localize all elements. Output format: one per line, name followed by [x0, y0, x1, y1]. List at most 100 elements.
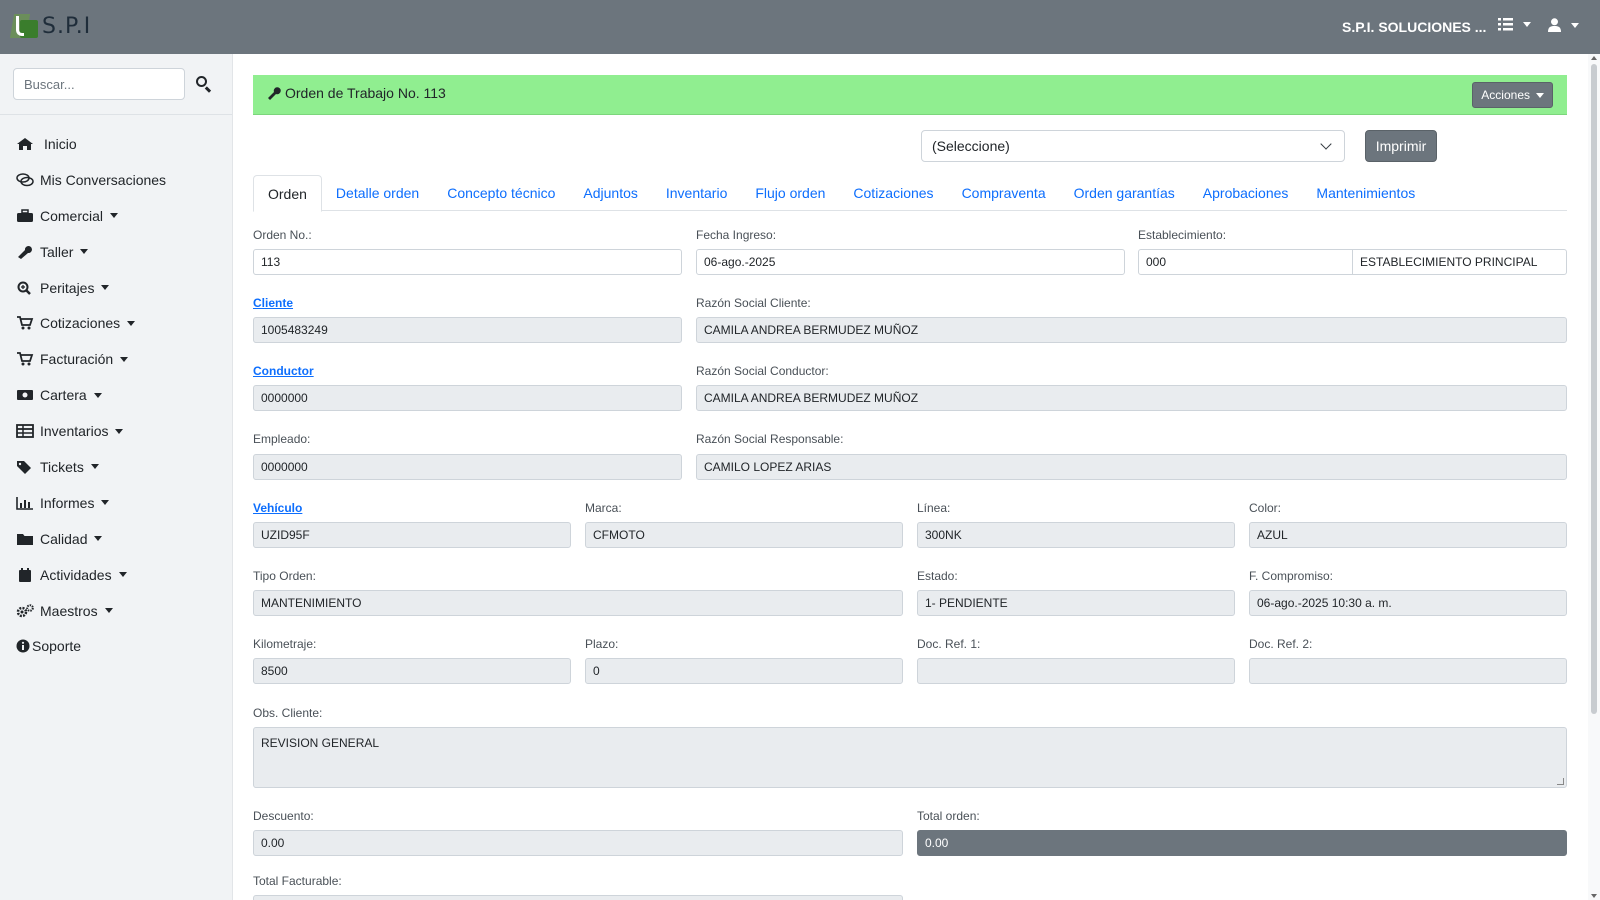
tab-mantenimientos[interactable]: Mantenimientos [1302, 175, 1429, 211]
magnifier-plus-icon [17, 281, 31, 295]
brand-logo[interactable]: S.P.I [9, 12, 91, 40]
linea-field[interactable]: 300NK [917, 522, 1235, 548]
tab-flujo-orden[interactable]: Flujo orden [741, 175, 839, 211]
scrollbar-thumb[interactable] [1591, 64, 1597, 714]
tipo-orden-field[interactable]: MANTENIMIENTO [253, 590, 903, 616]
print-button[interactable]: Imprimir [1365, 130, 1437, 162]
vehiculo-link[interactable]: Vehículo [253, 501, 302, 515]
cliente-link[interactable]: Cliente [253, 296, 293, 310]
chevron-down-icon [110, 213, 119, 219]
kilometraje-field[interactable]: 8500 [253, 658, 571, 684]
sidebar-search [13, 68, 213, 100]
tab-orden[interactable]: Orden [253, 175, 322, 212]
doc-ref1-field[interactable] [917, 658, 1235, 684]
scroll-up-icon[interactable] [1591, 56, 1597, 60]
sidebar-item-inicio[interactable]: Inicio [0, 126, 232, 162]
chevron-down-icon [120, 356, 129, 362]
page-title: Orden de Trabajo No. 113 [267, 85, 446, 101]
tab-adjuntos[interactable]: Adjuntos [569, 175, 651, 211]
sidebar-item-actividades[interactable]: Actividades [0, 557, 232, 593]
print-format-select[interactable]: (Seleccione) [921, 130, 1345, 162]
total-facturable-field[interactable] [253, 895, 903, 900]
total-orden-field[interactable]: 0.00 [917, 830, 1567, 856]
tab-aprobaciones[interactable]: Aprobaciones [1189, 175, 1303, 211]
chevron-down-icon [101, 500, 110, 506]
doc-ref2-field[interactable] [1249, 658, 1567, 684]
establecimiento-name-field[interactable]: ESTABLECIMIENTO PRINCIPAL [1352, 249, 1567, 275]
doc-ref2-label: Doc. Ref. 2: [1249, 637, 1313, 651]
tab-compraventa[interactable]: Compraventa [948, 175, 1060, 211]
sidebar-item-label: Peritajes [40, 279, 95, 296]
empleado-label: Empleado: [253, 432, 311, 446]
search-icon[interactable] [195, 75, 213, 93]
sidebar-item-informes[interactable]: Informes [0, 485, 232, 521]
fecha-ingreso-field[interactable]: 06-ago.-2025 [696, 249, 1125, 275]
sidebar-item-inventarios[interactable]: Inventarios [0, 413, 232, 449]
page-scrollbar[interactable] [1588, 54, 1600, 900]
company-name[interactable]: S.P.I. SOLUCIONES ... [1342, 19, 1486, 35]
razon-conductor-label: Razón Social Conductor: [696, 364, 829, 378]
compromiso-field[interactable]: 06-ago.-2025 10:30 a. m. [1249, 590, 1567, 616]
tab-orden-garantias[interactable]: Orden garantías [1060, 175, 1189, 211]
razon-conductor-field[interactable]: CAMILA ANDREA BERMUDEZ MUÑOZ [696, 385, 1567, 411]
sidebar-item-facturacion[interactable]: Facturación [0, 341, 232, 377]
sidebar-item-taller[interactable]: Taller [0, 234, 232, 270]
sidebar-item-comercial[interactable]: Comercial [0, 198, 232, 234]
vehiculo-field[interactable]: UZID95F [253, 522, 571, 548]
establecimiento-code-field[interactable]: 000 [1138, 249, 1353, 275]
tab-cotizaciones[interactable]: Cotizaciones [839, 175, 947, 211]
tasks-menu-toggle[interactable] [1498, 18, 1531, 31]
spi-logo-icon [9, 12, 40, 40]
sidebar-item-calidad[interactable]: Calidad [0, 521, 232, 557]
empleado-field[interactable]: 0000000 [253, 454, 682, 480]
razon-cliente-field[interactable]: CAMILA ANDREA BERMUDEZ MUÑOZ [696, 317, 1567, 343]
cart-icon [17, 316, 34, 330]
money-icon [17, 390, 33, 401]
wrench-icon [268, 87, 281, 100]
search-input[interactable] [13, 68, 185, 100]
total-facturable-label: Total Facturable: [253, 874, 342, 888]
sidebar-item-tickets[interactable]: Tickets [0, 449, 232, 485]
estado-field[interactable]: 1- PENDIENTE [917, 590, 1235, 616]
chevron-down-icon [127, 320, 136, 326]
descuento-field[interactable]: 0.00 [253, 830, 903, 856]
sidebar-item-cartera[interactable]: Cartera [0, 377, 232, 413]
sidebar-item-peritajes[interactable]: Peritajes [0, 270, 232, 306]
chevron-down-icon [118, 572, 127, 578]
razon-responsable-label: Razón Social Responsable: [696, 432, 844, 446]
orden-no-field[interactable]: 113 [253, 249, 682, 275]
obs-cliente-textarea[interactable]: REVISION GENERAL [253, 727, 1567, 788]
cogs-icon [16, 603, 34, 617]
sidebar-nav: Inicio Mis Conversaciones Comercial Tall… [0, 126, 232, 664]
establecimiento-label: Establecimiento: [1138, 228, 1227, 242]
plazo-field[interactable]: 0 [585, 658, 903, 684]
acciones-button[interactable]: Acciones [1472, 82, 1553, 108]
marca-field[interactable]: CFMOTO [585, 522, 903, 548]
conductor-link[interactable]: Conductor [253, 364, 314, 378]
razon-responsable-field[interactable]: CAMILO LOPEZ ARIAS [696, 454, 1567, 480]
sidebar-item-label: Taller [40, 243, 74, 260]
tab-concepto-tecnico[interactable]: Concepto técnico [433, 175, 569, 211]
cliente-field[interactable]: 1005483249 [253, 317, 682, 343]
razon-cliente-label: Razón Social Cliente: [696, 296, 811, 310]
conductor-field[interactable]: 0000000 [253, 385, 682, 411]
main-content: Orden de Trabajo No. 113 Acciones (Selec… [253, 54, 1567, 900]
color-field[interactable]: AZUL [1249, 522, 1567, 548]
folder-icon [17, 533, 33, 545]
calendar-icon [19, 567, 31, 582]
scroll-down-icon[interactable] [1591, 894, 1597, 898]
sidebar-item-label: Maestros [40, 602, 98, 619]
user-menu-toggle[interactable] [1548, 18, 1579, 32]
tab-detalle-orden[interactable]: Detalle orden [322, 175, 433, 211]
sidebar-item-mis-conversaciones[interactable]: Mis Conversaciones [0, 162, 232, 198]
chevron-down-icon [1320, 138, 1332, 150]
resize-handle-icon[interactable] [1557, 778, 1564, 785]
sidebar-item-cotizaciones[interactable]: Cotizaciones [0, 305, 232, 341]
sidebar-item-maestros[interactable]: Maestros [0, 593, 232, 629]
sidebar-item-soporte[interactable]: Soporte [0, 628, 232, 664]
list-icon [1498, 18, 1513, 31]
orden-no-label: Orden No.: [253, 228, 312, 242]
estado-label: Estado: [917, 569, 958, 583]
tab-inventario[interactable]: Inventario [652, 175, 741, 211]
sidebar-item-label: Mis Conversaciones [40, 171, 167, 188]
